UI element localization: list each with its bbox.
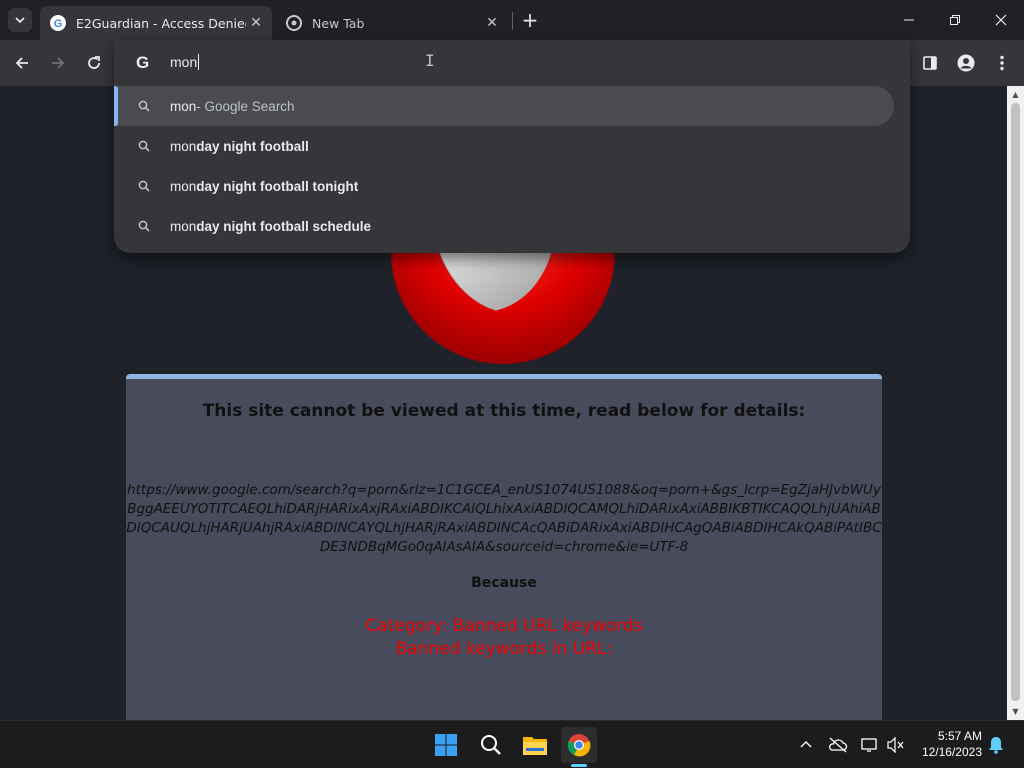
chrome-icon [286, 15, 302, 31]
forward-button[interactable] [44, 49, 72, 77]
restore-icon [950, 15, 960, 25]
because-label: Because [471, 575, 537, 591]
chrome-taskbar-button[interactable] [561, 727, 597, 763]
suggestion-typed: mon [170, 178, 197, 194]
clock-time: 5:57 AM [937, 729, 982, 743]
suggestion-completion: day night football schedule [196, 218, 372, 234]
profile-button[interactable] [952, 49, 980, 77]
e2guardian-logo [378, 232, 628, 372]
minimize-icon [904, 19, 914, 21]
show-hidden-icons-button[interactable] [796, 735, 816, 755]
scroll-up-icon[interactable]: ▲ [1007, 86, 1024, 103]
avatar-icon [957, 54, 975, 72]
search-icon [136, 98, 152, 114]
minimize-button[interactable] [886, 0, 932, 40]
active-app-indicator [571, 764, 587, 767]
suggestion-completion: day night football [196, 138, 309, 154]
close-window-button[interactable] [978, 0, 1024, 40]
suggestion-item[interactable]: mon day night football schedule [114, 206, 894, 246]
cloud-off-icon [829, 737, 848, 753]
suggestion-item[interactable]: mon day night football tonight [114, 166, 894, 206]
search-icon [136, 178, 152, 194]
suggestion-typed: mon [170, 138, 197, 154]
suggestion-suffix: - Google Search [196, 98, 295, 114]
tab-e2guardian[interactable]: G E2Guardian - Access Denied ✕ [40, 6, 272, 40]
kebab-menu-icon [1000, 55, 1004, 71]
clock-date: 12/16/2023 [921, 745, 982, 759]
page-scrollbar[interactable]: ▲ ▼ [1007, 86, 1024, 720]
new-tab-button[interactable]: + [518, 8, 542, 32]
reload-icon [88, 56, 100, 69]
tab-title: E2Guardian - Access Denied [76, 15, 246, 31]
close-tab-icon[interactable]: ✕ [246, 13, 266, 33]
side-panel-button[interactable] [916, 49, 944, 77]
close-tab-icon[interactable]: ✕ [482, 13, 502, 33]
file-explorer-icon [523, 737, 547, 755]
windows-start-icon [435, 734, 457, 756]
back-button[interactable] [8, 49, 36, 77]
page-title: This site cannot be viewed at this time,… [202, 401, 806, 421]
chevron-down-icon [15, 17, 25, 24]
suggestion-google-search[interactable]: mon - Google Search [114, 86, 894, 126]
start-button[interactable] [428, 727, 464, 763]
taskbar-clock[interactable]: 5:57 AM 12/16/2023 [912, 728, 982, 760]
banned-keywords-label: Banned keywords in URL: [395, 639, 613, 659]
search-icon [136, 138, 152, 154]
close-icon [995, 14, 1007, 26]
network-icon [861, 738, 877, 752]
tab-search-button[interactable] [8, 8, 32, 32]
address-input[interactable]: mon [170, 54, 200, 70]
arrow-right-icon [52, 57, 65, 69]
arrow-left-icon [15, 57, 28, 69]
bell-icon [989, 737, 1003, 754]
tab-new-tab[interactable]: New Tab ✕ [278, 6, 508, 40]
text-caret [198, 54, 200, 70]
volume-tray-button[interactable] [886, 735, 906, 755]
notifications-button[interactable] [986, 735, 1006, 755]
chrome-icon [567, 734, 591, 757]
network-tray-button[interactable] [860, 735, 880, 755]
block-category: Category: Banned URL keywords [365, 616, 643, 636]
file-explorer-button[interactable] [517, 727, 553, 763]
svg-text:G: G [54, 18, 63, 29]
block-notice-panel: This site cannot be viewed at this time,… [126, 374, 882, 720]
plus-icon: + [521, 8, 539, 32]
speaker-muted-icon [887, 737, 904, 753]
google-icon: G [136, 53, 150, 72]
tab-strip: G E2Guardian - Access Denied ✕ New Tab ✕… [0, 0, 1024, 40]
block-reason: Category: Banned URL keywords Banned key… [126, 615, 882, 661]
suggestion-typed: mon [170, 218, 197, 234]
address-bar[interactable]: G mon I [114, 40, 910, 86]
blocked-url-text: https://www.google.com/search?q=porn&rlz… [126, 482, 882, 555]
scroll-thumb[interactable] [1011, 103, 1020, 701]
google-icon: G [50, 15, 66, 31]
suggestion-completion: day night football tonight [196, 178, 359, 194]
side-panel-icon [923, 56, 937, 70]
tab-separator [512, 12, 513, 30]
taskbar: 5:57 AM 12/16/2023 [0, 720, 1024, 768]
restore-button[interactable] [932, 0, 978, 40]
ibeam-cursor-icon: I [425, 51, 435, 70]
scroll-down-icon[interactable]: ▼ [1007, 703, 1024, 720]
menu-button[interactable] [988, 49, 1016, 77]
suggestion-item[interactable]: mon day night football [114, 126, 894, 166]
omnibox-dropdown: G mon I mon - Google Search mon day night… [114, 40, 910, 253]
search-icon [481, 735, 501, 755]
chevron-up-icon [800, 741, 812, 748]
taskbar-search-button[interactable] [473, 727, 509, 763]
reload-button[interactable] [80, 49, 108, 77]
onedrive-tray-button[interactable] [828, 735, 848, 755]
tab-title: New Tab [312, 15, 365, 31]
suggestion-typed: mon [170, 98, 197, 114]
search-icon [136, 218, 152, 234]
